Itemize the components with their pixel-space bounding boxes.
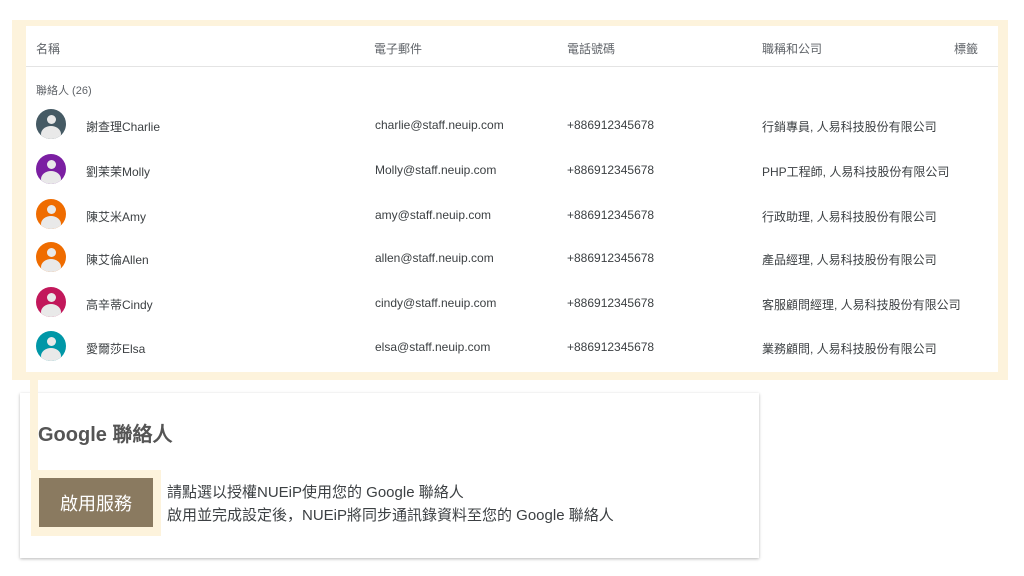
table-row[interactable]: 謝查理Charlie charlie@staff.neuip.com +886912… [26, 103, 998, 147]
column-header-labels[interactable]: 標籤 [954, 40, 978, 57]
avatar [36, 199, 66, 229]
contact-email: amy@staff.neuip.com [375, 208, 492, 222]
avatar-head-icon [47, 205, 56, 214]
contact-name: 劉茉茉Molly [86, 165, 151, 179]
enable-service-button[interactable]: 啟用服務 [39, 478, 153, 527]
contact-job: 業務顧問, 人易科技股份有限公司 [762, 342, 937, 356]
avatar-head-icon [47, 337, 56, 346]
avatar-head-icon [47, 115, 56, 124]
contact-name: 陳艾倫Allen [86, 253, 149, 267]
contact-email: Molly@staff.neuip.com [375, 163, 497, 177]
contact-name: 愛爾莎Elsa [86, 342, 146, 356]
avatar-head-icon [47, 160, 56, 169]
contact-name: 謝查理Charlie [86, 120, 161, 134]
avatar-head-icon [47, 248, 56, 257]
table-row[interactable]: 陳艾倫Allen allen@staff.neuip.com +8869123456… [26, 236, 998, 280]
contact-phone: +886912345678 [567, 118, 655, 132]
contact-job: 產品經理, 人易科技股份有限公司 [762, 253, 937, 267]
contact-phone: +886912345678 [567, 208, 655, 222]
highlight-connector [30, 380, 38, 470]
contact-phone: +886912345678 [567, 296, 655, 310]
avatar [36, 287, 66, 317]
contact-email: elsa@staff.neuip.com [375, 340, 491, 354]
contact-name: 陳艾米Amy [86, 210, 147, 224]
table-row[interactable]: 劉茉茉Molly Molly@staff.neuip.com +8869123456… [26, 148, 998, 192]
contact-job: 客服顧問經理, 人易科技股份有限公司 [762, 298, 961, 312]
contact-phone: +886912345678 [567, 340, 655, 354]
column-header-email[interactable]: 電子郵件 [374, 40, 422, 57]
avatar [36, 242, 66, 272]
contacts-group-label: 聯絡人 (26) [36, 85, 92, 97]
avatar-body-icon [41, 259, 61, 272]
contacts-table: 名稱 電子郵件 電話號碼 職稱和公司 標籤 聯絡人 (26) 謝查理Charli… [26, 26, 998, 372]
table-row[interactable]: 陳艾米Amy amy@staff.neuip.com +886912345678 行政… [26, 193, 998, 237]
contact-phone: +886912345678 [567, 163, 655, 177]
avatar [36, 331, 66, 361]
avatar [36, 109, 66, 139]
table-row[interactable]: 高辛蒂Cindy cindy@staff.neuip.com +8869123456… [26, 281, 998, 325]
column-header-name[interactable]: 名稱 [36, 40, 60, 57]
google-desc-line2: 啟用並完成設定後，NUEiP將同步通訊錄資料至您的 Google 聯絡人 [167, 507, 614, 524]
avatar-body-icon [41, 126, 61, 139]
contact-job: 行銷專員, 人易科技股份有限公司 [762, 120, 937, 134]
contact-phone: +886912345678 [567, 251, 655, 265]
google-desc-line1: 請點選以授權NUEiP使用您的 Google 聯絡人 [167, 484, 464, 501]
column-header-job[interactable]: 職稱和公司 [762, 40, 822, 57]
avatar-body-icon [41, 216, 61, 229]
avatar-body-icon [41, 171, 61, 184]
avatar-body-icon [41, 304, 61, 317]
table-row[interactable]: 愛爾莎Elsa elsa@staff.neuip.com +886912345678… [26, 325, 998, 369]
table-header: 名稱 電子郵件 電話號碼 職稱和公司 標籤 [26, 26, 998, 67]
contact-job: PHP工程師, 人易科技股份有限公司 [762, 165, 950, 179]
contact-email: allen@staff.neuip.com [375, 251, 494, 265]
contact-email: cindy@staff.neuip.com [375, 296, 497, 310]
avatar-body-icon [41, 348, 61, 361]
avatar [36, 154, 66, 184]
contact-name: 高辛蒂Cindy [86, 298, 153, 312]
avatar-head-icon [47, 293, 56, 302]
contact-email: charlie@staff.neuip.com [375, 118, 504, 132]
contacts-highlight: 名稱 電子郵件 電話號碼 職稱和公司 標籤 聯絡人 (26) 謝查理Charli… [12, 20, 1008, 380]
contact-job: 行政助理, 人易科技股份有限公司 [762, 210, 937, 224]
google-contacts-title: Google 聯絡人 [38, 424, 173, 446]
column-header-phone[interactable]: 電話號碼 [567, 40, 615, 57]
